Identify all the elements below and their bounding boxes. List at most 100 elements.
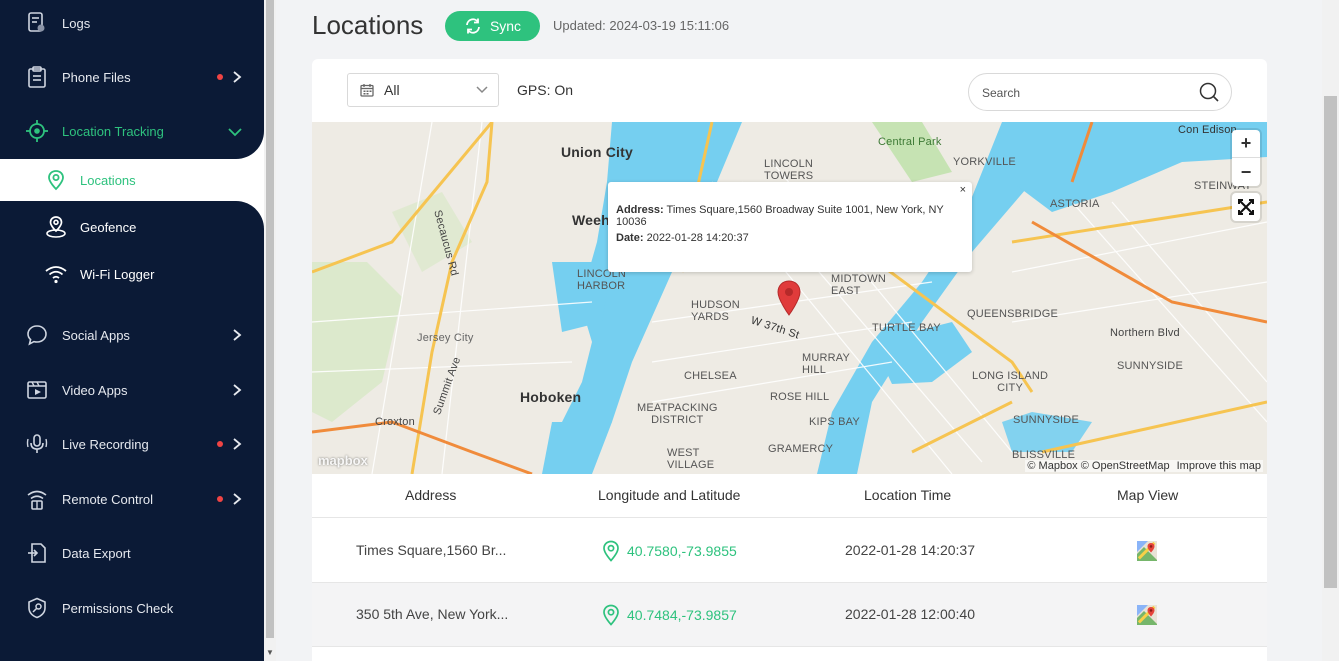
sidebar-subitem-label: Geofence <box>80 219 137 235</box>
map-label-union-city: Union City <box>561 144 633 160</box>
date-range-value: All <box>384 82 400 98</box>
map-view[interactable]: Union City Weeh Hoboken Central Park LIN… <box>312 122 1267 474</box>
crosshair-location-icon <box>26 120 48 142</box>
sidebar-scrollbar-thumb[interactable] <box>266 0 274 638</box>
date-range-select[interactable]: All <box>347 73 499 107</box>
row-address: 350 5th Ave, New York... <box>356 606 509 622</box>
column-header-address: Address <box>405 487 457 503</box>
table-row[interactable]: Times Square,1560 Br... 40.7580,-73.9855… <box>312 519 1267 583</box>
map-label-murray-hill: MURRAY HILL <box>802 352 851 376</box>
sidebar-item-video-apps[interactable]: Video Apps <box>0 363 264 417</box>
sidebar-item-label: Remote Control <box>62 491 154 507</box>
column-header-time: Location Time <box>864 487 952 503</box>
map-label-meatpacking: MEATPACKING DISTRICT <box>637 402 718 426</box>
sidebar-item-live-recording[interactable]: Live Recording <box>0 417 264 471</box>
sidebar-subitem-geofence[interactable]: Geofence <box>0 204 264 250</box>
fullscreen-button[interactable] <box>1232 193 1260 221</box>
map-label-midtown-east: MIDTOWN EAST <box>831 273 886 297</box>
sidebar-item-label: Logs <box>62 15 91 31</box>
search-box <box>968 73 1232 111</box>
row-coordinates[interactable]: 40.7580,-73.9855 <box>602 540 737 562</box>
sidebar-item-logs[interactable]: Logs <box>0 0 264 50</box>
sidebar-item-remote-control[interactable]: Remote Control <box>0 472 264 526</box>
row-coordinates-text: 40.7580,-73.9855 <box>627 543 737 559</box>
geofence-icon <box>44 215 68 239</box>
map-label-rose-hill: ROSE HILL <box>770 391 830 403</box>
map-label-hudson-yards: HUDSON YARDS <box>691 299 740 323</box>
sidebar-item-social-apps[interactable]: Social Apps <box>0 308 264 362</box>
row-time: 2022-01-28 14:20:37 <box>845 542 975 558</box>
column-header-coordinates: Longitude and Latitude <box>598 487 741 503</box>
google-maps-icon[interactable] <box>1136 540 1158 565</box>
remote-signal-icon <box>26 488 48 510</box>
sidebar-subitem-label: Wi-Fi Logger <box>80 266 155 282</box>
gps-status: GPS: On <box>517 82 574 98</box>
notification-dot <box>217 496 223 502</box>
scroll-down-arrow-icon[interactable]: ▼ <box>266 648 274 657</box>
sidebar-item-data-export[interactable]: Data Export <box>0 526 264 580</box>
map-attribution: © Mapbox © OpenStreetMap Improve this ma… <box>1025 460 1263 472</box>
map-label-croxton: Croxton <box>375 416 415 428</box>
row-coordinates[interactable]: 40.7484,-73.9857 <box>602 604 737 626</box>
mapbox-logo[interactable]: mapbox <box>318 453 368 468</box>
locations-card: All GPS: On Search Union City Weeh Hobok… <box>312 59 1267 661</box>
map-pin-icon <box>603 604 619 626</box>
map-label-chelsea: CHELSEA <box>684 370 737 382</box>
sidebar-item-permissions-check[interactable]: Permissions Check <box>0 581 264 635</box>
sidebar: Logs Phone Files Location Tracking Locat… <box>0 0 264 661</box>
sidebar-item-label: Data Export <box>62 545 131 561</box>
wifi-icon <box>44 262 68 286</box>
chevron-right-icon <box>232 493 242 505</box>
map-label-kips-bay: KIPS BAY <box>809 416 860 428</box>
map-label-gramercy: GRAMERCY <box>768 443 834 455</box>
sidebar-subitem-wifi-logger[interactable]: Wi-Fi Logger <box>0 251 264 297</box>
improve-map-link[interactable]: Improve this map <box>1177 460 1261 472</box>
attribution-text[interactable]: © Mapbox © OpenStreetMap <box>1027 460 1169 472</box>
sync-label: Sync <box>489 18 522 34</box>
search-icon[interactable] <box>1199 82 1219 102</box>
map-pin-icon <box>603 540 619 562</box>
map-label-weeh: Weeh <box>572 212 610 228</box>
popup-close-button[interactable]: × <box>960 184 966 196</box>
chevron-right-icon <box>232 438 242 450</box>
table-header: Address Longitude and Latitude Location … <box>312 474 1267 518</box>
main-scrollbar[interactable] <box>1322 0 1339 661</box>
popup-date-label: Date: <box>616 232 644 244</box>
google-maps-icon[interactable] <box>1136 604 1158 629</box>
popup-date-value: 2022-01-28 14:20:37 <box>646 232 749 244</box>
map-label-astoria: ASTORIA <box>1050 198 1100 210</box>
map-label-west-village: WEST VILLAGE <box>667 447 715 471</box>
map-label-jersey-city: Jersey City <box>417 332 474 344</box>
zoom-out-button[interactable]: − <box>1232 158 1260 186</box>
sidebar-subitem-locations[interactable]: Locations <box>0 157 264 203</box>
sync-button[interactable]: Sync <box>445 11 540 41</box>
sidebar-scrollbar[interactable]: ▼ <box>264 0 276 661</box>
chevron-right-icon <box>232 329 242 341</box>
video-icon <box>26 379 48 401</box>
map-marker-icon[interactable] <box>777 280 801 316</box>
sidebar-item-phone-files[interactable]: Phone Files <box>0 50 264 104</box>
main-scrollbar-thumb[interactable] <box>1324 96 1337 588</box>
column-header-map-view: Map View <box>1117 487 1179 503</box>
sidebar-item-location-tracking[interactable]: Location Tracking <box>0 104 264 158</box>
notification-dot <box>217 441 223 447</box>
chevron-right-icon <box>232 384 242 396</box>
search-input[interactable] <box>982 83 1182 103</box>
popup-address-label: Address: <box>616 204 664 216</box>
chevron-right-icon <box>232 71 242 83</box>
export-icon <box>26 542 48 564</box>
zoom-in-button[interactable]: + <box>1232 130 1260 158</box>
table-row[interactable]: 350 5th Ave, New York... 40.7484,-73.985… <box>312 583 1267 647</box>
sidebar-subitem-label: Locations <box>80 172 136 188</box>
sidebar-item-label: Phone Files <box>62 69 131 85</box>
map-label-sunnyside-south: SUNNYSIDE <box>1013 414 1079 426</box>
sidebar-item-label: Live Recording <box>62 436 149 452</box>
row-coordinates-text: 40.7484,-73.9857 <box>627 607 737 623</box>
popup-date: Date: 2022-01-28 14:20:37 <box>616 232 749 244</box>
map-label-hoboken: Hoboken <box>520 389 582 405</box>
chevron-down-icon <box>476 86 488 94</box>
zoom-controls: + − <box>1232 130 1260 186</box>
notification-dot <box>217 74 223 80</box>
shield-key-icon <box>26 597 48 619</box>
microphone-icon <box>26 433 48 455</box>
